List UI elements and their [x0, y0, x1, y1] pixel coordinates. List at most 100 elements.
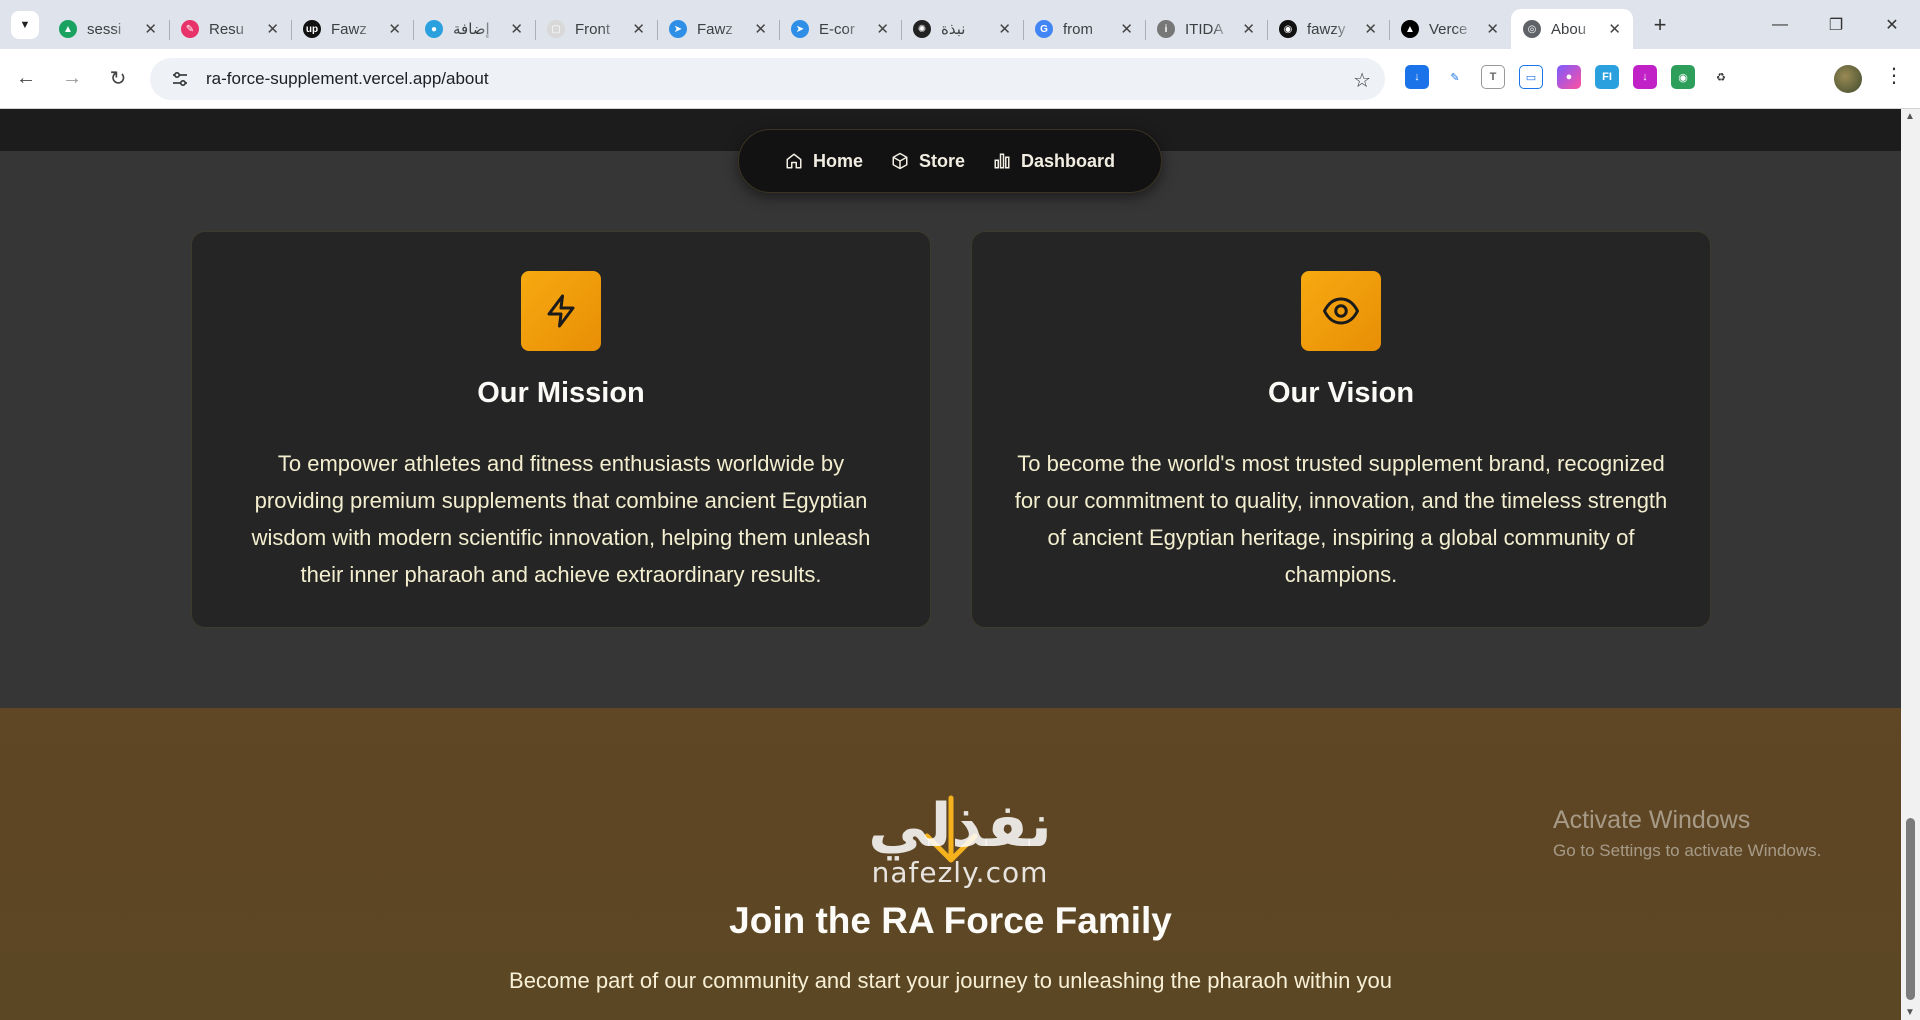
- address-bar[interactable]: ra-force-supplement.vercel.app/about ☆: [150, 58, 1385, 100]
- page-icon: ▢: [547, 20, 565, 38]
- tabs: ▲ sessi ✕ ✎ Resu ✕ up Fawz ✕ ● إضافة ✕ ▢ Front ✕ ➤ Fawz ✕…: [47, 0, 1633, 49]
- close-tab-icon[interactable]: ✕: [1242, 20, 1255, 38]
- paper-plane-icon: ➤: [669, 20, 687, 38]
- close-tab-icon[interactable]: ✕: [998, 20, 1011, 38]
- close-tab-icon[interactable]: ✕: [754, 20, 767, 38]
- scroll-up-icon[interactable]: ▲: [1905, 111, 1915, 122]
- tab-title: Front: [575, 20, 611, 38]
- vision-text: To become the world's most trusted suppl…: [1014, 451, 1668, 587]
- puzzle-extensions-icon[interactable]: ♻: [1709, 65, 1733, 89]
- github-icon: ◉: [1279, 20, 1297, 38]
- tab-title: Abou: [1551, 20, 1587, 38]
- join-subtitle: Become part of our community and start y…: [509, 968, 1392, 993]
- close-tab-icon[interactable]: ✕: [388, 20, 401, 38]
- colorful-extension-icon[interactable]: ●: [1557, 65, 1581, 89]
- tab-title: ITIDA: [1185, 20, 1224, 38]
- window-controls: — ❐ ✕: [1752, 0, 1920, 49]
- browser-menu-icon[interactable]: ⋮: [1884, 63, 1904, 88]
- activate-title: Activate Windows: [1553, 806, 1751, 834]
- browser-tab[interactable]: up Fawz ✕: [291, 9, 414, 49]
- upwork-icon: up: [303, 20, 321, 38]
- nav-dashboard-link[interactable]: Dashboard: [993, 151, 1115, 172]
- close-window-button[interactable]: ✕: [1864, 0, 1920, 49]
- tab-title: Fawz: [697, 20, 733, 38]
- reload-button[interactable]: ↻: [98, 59, 138, 99]
- bar-chart-icon: [994, 153, 1010, 169]
- tab-search-button[interactable]: ▼: [11, 10, 39, 39]
- nav-home-label: Home: [812, 150, 863, 171]
- paper-plane-icon: ➤: [791, 20, 809, 38]
- close-tab-icon[interactable]: ✕: [876, 20, 889, 38]
- pink-download-extension-icon[interactable]: ↓: [1633, 65, 1657, 89]
- tab-title: إضافة: [453, 21, 490, 38]
- browser-tab[interactable]: ▲ sessi ✕: [47, 9, 170, 49]
- bookmark-star-icon[interactable]: ☆: [1353, 68, 1371, 93]
- profile-avatar[interactable]: [1834, 65, 1862, 93]
- mission-card: Our Mission To empower athletes and fitn…: [191, 231, 931, 628]
- tab-strip: ▼ ▲ sessi ✕ ✎ Resu ✕ up Fawz ✕ ● إضافة ✕ ▢ Front ✕ ➤ Faw…: [0, 0, 1920, 49]
- close-tab-icon[interactable]: ✕: [1364, 20, 1377, 38]
- text-extension-icon[interactable]: T: [1481, 65, 1505, 89]
- browser-tab[interactable]: ◎ Abou ✕: [1511, 9, 1633, 49]
- tab-title: E-cor: [819, 20, 855, 38]
- eye-icon: [1301, 271, 1381, 351]
- browser-toolbar: ← → ↻ ra-force-supplement.vercel.app/abo…: [0, 49, 1920, 109]
- lightning-icon: [521, 271, 601, 351]
- tab-title: Verce: [1429, 20, 1468, 38]
- pen-extension-icon[interactable]: ✎: [1443, 65, 1467, 89]
- activate-subtitle: Go to Settings to activate Windows.: [1553, 841, 1822, 860]
- restore-button[interactable]: ❐: [1808, 0, 1864, 49]
- site-settings-icon[interactable]: [160, 70, 200, 88]
- close-tab-icon[interactable]: ✕: [1608, 20, 1621, 38]
- scrollbar-thumb[interactable]: [1906, 818, 1915, 1000]
- activate-windows-notice: Activate Windows Go to Settings to activ…: [1553, 806, 1821, 861]
- vercel-icon: ▲: [1401, 20, 1419, 38]
- nav-home-link[interactable]: Home: [785, 151, 863, 172]
- chevron-down-icon: ▼: [19, 18, 31, 31]
- minimize-button[interactable]: —: [1752, 0, 1808, 49]
- tab-title: fawzy: [1307, 20, 1346, 38]
- browser-tab[interactable]: ➤ E-cor ✕: [779, 9, 902, 49]
- close-tab-icon[interactable]: ✕: [510, 20, 523, 38]
- forward-button[interactable]: →: [52, 59, 92, 99]
- nav-store-link[interactable]: Store: [891, 151, 965, 172]
- back-button[interactable]: ←: [6, 59, 46, 99]
- tab-title: from: [1063, 20, 1093, 38]
- close-tab-icon[interactable]: ✕: [1120, 20, 1133, 38]
- close-tab-icon[interactable]: ✕: [266, 20, 279, 38]
- pen-nib-icon: ✎: [181, 20, 199, 38]
- browser-tab[interactable]: ▢ Front ✕: [535, 9, 658, 49]
- browser-tab[interactable]: Gfrom ✕: [1023, 9, 1146, 49]
- reader-extension-icon[interactable]: ▭: [1519, 65, 1543, 89]
- new-tab-button[interactable]: +: [1645, 10, 1675, 40]
- scroll-down-icon[interactable]: ▼: [1905, 1007, 1915, 1018]
- itida-icon: i: [1157, 20, 1175, 38]
- browser-tab[interactable]: ✺ نبذة ✕: [901, 9, 1024, 49]
- browser-tab[interactable]: ▲ Verce ✕: [1389, 9, 1512, 49]
- close-tab-icon[interactable]: ✕: [632, 20, 645, 38]
- tab-title: Fawz: [331, 20, 367, 38]
- mission-text: To empower athletes and fitness enthusia…: [251, 451, 871, 587]
- nafezly-watermark: نفذلي nafezly.com: [840, 796, 1080, 889]
- nav-dashboard-label: Dashboard: [1020, 150, 1116, 171]
- nav-store-label: Store: [918, 150, 965, 171]
- main-nav: Home Store Dashboard: [738, 129, 1162, 193]
- browser-tab[interactable]: i ITIDA ✕: [1145, 9, 1268, 49]
- browser-tab[interactable]: ◉ fawzy ✕: [1267, 9, 1390, 49]
- openai-icon: ✺: [913, 20, 931, 38]
- google-icon: G: [1035, 20, 1053, 38]
- android-extension-icon[interactable]: ◉: [1671, 65, 1695, 89]
- download-extension-icon[interactable]: ↓: [1405, 65, 1429, 89]
- close-tab-icon[interactable]: ✕: [1486, 20, 1499, 38]
- home-icon: [786, 153, 802, 169]
- page-scrollbar[interactable]: ▲ ▼: [1901, 109, 1920, 1020]
- mission-title: Our Mission: [477, 377, 645, 409]
- close-tab-icon[interactable]: ✕: [144, 20, 157, 38]
- browser-tab[interactable]: ➤ Fawz ✕: [657, 9, 780, 49]
- browser-tab[interactable]: ● إضافة ✕: [413, 9, 536, 49]
- watermark-latin: nafezly.com: [871, 856, 1049, 889]
- url-text[interactable]: ra-force-supplement.vercel.app/about: [206, 69, 489, 89]
- fi-extension-icon[interactable]: FI: [1595, 65, 1619, 89]
- browser-tab[interactable]: ✎ Resu ✕: [169, 9, 292, 49]
- tab-title: نبذة: [941, 21, 966, 38]
